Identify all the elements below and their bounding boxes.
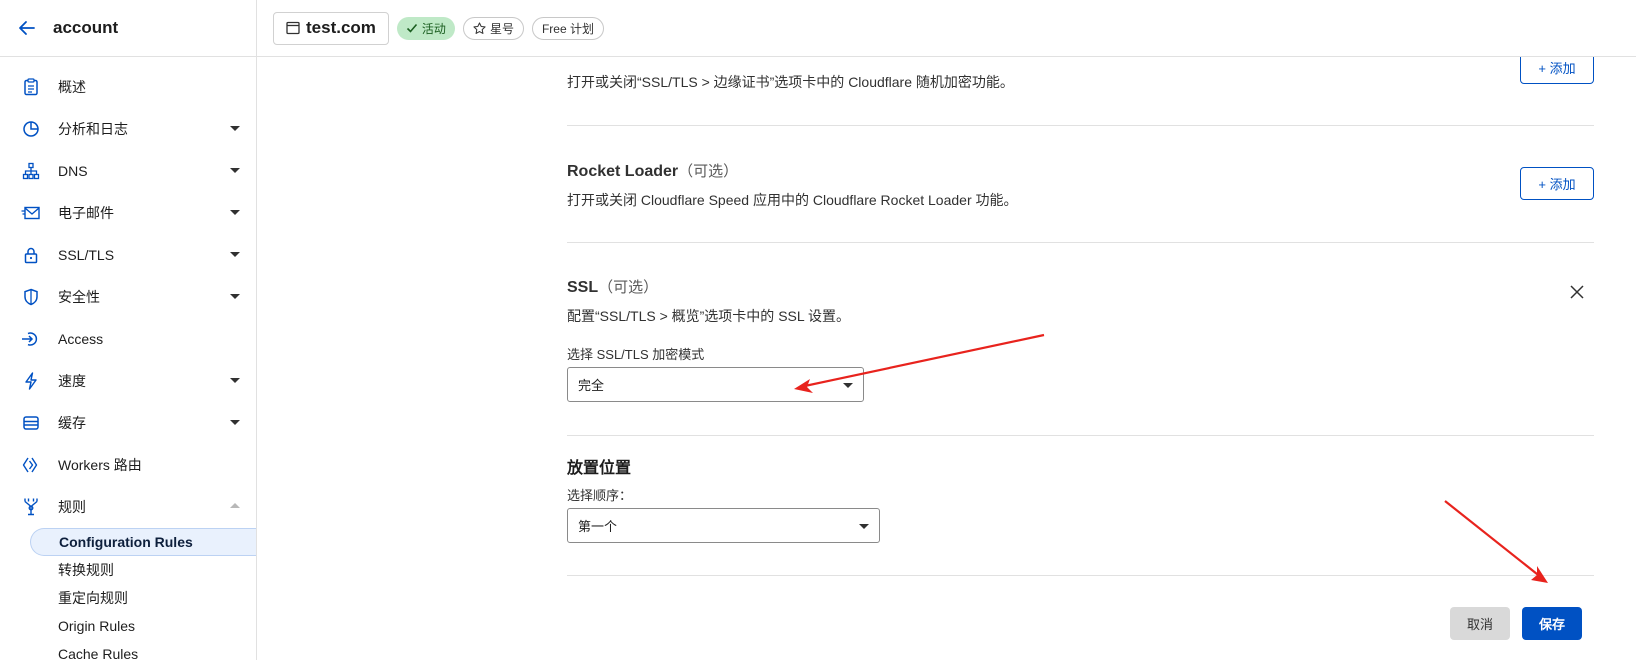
main-content: 随机加密（可选） 打开或关闭“SSL/TLS > 边缘证书”选项卡中的 Clou…	[567, 0, 1594, 660]
divider	[567, 125, 1594, 126]
ssl-mode-value: 完全	[578, 378, 605, 393]
sidebar-subitem-transform-rules[interactable]: 转换规则	[0, 556, 256, 584]
chevron-down-icon	[230, 168, 240, 173]
star-label: 星号	[489, 21, 514, 36]
star-icon	[473, 21, 486, 35]
sidebar-item-label: Workers 路由	[58, 457, 142, 473]
back-arrow-icon[interactable]	[16, 17, 38, 39]
shield-icon	[20, 286, 42, 308]
rules-icon	[20, 496, 42, 518]
sidebar-item-label: 分析和日志	[58, 121, 128, 137]
divider	[567, 575, 1594, 576]
sidebar-item-ssl-tls[interactable]: SSL/TLS	[0, 234, 256, 276]
domain-name: test.com	[306, 18, 376, 37]
ssl-desc: 配置“SSL/TLS > 概览”选项卡中的 SSL 设置。	[567, 308, 851, 324]
placement-order-select[interactable]: 第一个	[567, 508, 880, 543]
close-icon[interactable]	[1568, 283, 1586, 301]
email-icon	[20, 202, 42, 224]
sidebar-item-label: SSL/TLS	[58, 247, 115, 263]
chevron-down-icon	[230, 210, 240, 215]
sidebar-item-label: 规则	[58, 499, 86, 515]
rocket-loader-title: Rocket Loader（可选）	[567, 160, 738, 181]
plan-badge[interactable]: Free 计划	[531, 16, 604, 40]
sidebar-item-overview[interactable]: 概述	[0, 66, 256, 108]
chevron-down-icon	[230, 294, 240, 299]
ssl-title-text: SSL	[567, 279, 599, 296]
sidebar-subitem-redirect-rules[interactable]: 重定向规则	[0, 584, 256, 612]
chevron-down-icon	[230, 420, 240, 425]
sidebar-item-label: 安全性	[58, 289, 100, 305]
cancel-button[interactable]: 取消	[1450, 607, 1510, 640]
optional-label: （可选）	[598, 279, 659, 296]
chevron-down-icon	[843, 383, 853, 388]
sidebar-item-dns[interactable]: DNS	[0, 150, 256, 192]
chevron-down-icon	[230, 126, 240, 131]
sidebar-nav: 概述 分析和日志 DNS 电子邮件 SSL/TLS 安全性 Access 速度 …	[0, 66, 256, 660]
divider	[567, 242, 1594, 243]
status-text: 活动	[421, 21, 446, 36]
status-badge: 活动	[396, 16, 455, 40]
domain-selector[interactable]: test.com	[273, 11, 389, 45]
chevron-up-icon	[230, 503, 240, 508]
sidebar-item-label: 速度	[58, 373, 86, 389]
sidebar-item-security[interactable]: 安全性	[0, 276, 256, 318]
sidebar: account 概述 分析和日志 DNS 电子邮件 SSL/TLS 安全性 Ac…	[0, 0, 257, 660]
optional-label: （可选）	[678, 163, 739, 180]
rocket-loader-desc: 打开或关闭 Cloudflare Speed 应用中的 Cloudflare R…	[567, 192, 1018, 208]
sidebar-subitem-configuration-rules[interactable]: Configuration Rules	[30, 528, 256, 556]
divider	[567, 435, 1594, 436]
ssl-mode-select[interactable]: 完全	[567, 367, 864, 402]
placement-order-label: 选择顺序：	[567, 488, 633, 503]
ssl-mode-label: 选择 SSL/TLS 加密模式	[567, 347, 705, 362]
access-icon	[20, 328, 42, 350]
placement-order-value: 第一个	[578, 519, 618, 534]
opportunistic-encryption-desc: 打开或关闭“SSL/TLS > 边缘证书”选项卡中的 Cloudflare 随机…	[567, 74, 1014, 90]
sidebar-item-cache[interactable]: 缓存	[0, 402, 256, 444]
ssl-title: SSL（可选）	[567, 276, 658, 297]
star-button[interactable]: 星号	[462, 16, 524, 40]
sidebar-item-label: DNS	[58, 163, 88, 179]
placement-title: 放置位置	[567, 460, 632, 477]
sidebar-header: account	[0, 0, 256, 57]
sidebar-item-label: 缓存	[58, 415, 86, 431]
sidebar-item-label: Access	[58, 331, 104, 347]
save-button[interactable]: 保存	[1522, 607, 1582, 640]
sidebar-item-speed[interactable]: 速度	[0, 360, 256, 402]
browser-window-icon	[286, 21, 300, 35]
lightning-icon	[20, 370, 42, 392]
sidebar-item-rules[interactable]: 规则	[0, 486, 256, 528]
workers-icon	[20, 454, 42, 476]
chevron-down-icon	[859, 524, 869, 529]
plan-label: Free 计划	[541, 21, 594, 36]
cache-icon	[20, 412, 42, 434]
sidebar-subitem-origin-rules[interactable]: Origin Rules	[0, 612, 256, 640]
sitemap-icon	[20, 160, 42, 182]
sidebar-item-analytics[interactable]: 分析和日志	[0, 108, 256, 150]
rocket-loader-title-text: Rocket Loader	[567, 163, 679, 180]
sidebar-item-access[interactable]: Access	[0, 318, 256, 360]
sidebar-item-label: 概述	[58, 79, 86, 95]
add-rocket-loader-button[interactable]: + 添加	[1520, 167, 1594, 200]
pie-chart-icon	[20, 118, 42, 140]
sidebar-item-workers-routes[interactable]: Workers 路由	[0, 444, 256, 486]
clipboard-icon	[20, 76, 42, 98]
chevron-down-icon	[230, 252, 240, 257]
account-name[interactable]: account	[53, 18, 118, 38]
sidebar-item-label: 电子邮件	[58, 205, 114, 221]
lock-icon	[20, 244, 42, 266]
sidebar-item-email[interactable]: 电子邮件	[0, 192, 256, 234]
sidebar-subitem-cache-rules[interactable]: Cache Rules	[0, 640, 256, 660]
top-bar: test.com 活动 星号 Free 计划	[257, 0, 1636, 57]
chevron-down-icon	[230, 378, 240, 383]
check-icon	[406, 22, 418, 34]
